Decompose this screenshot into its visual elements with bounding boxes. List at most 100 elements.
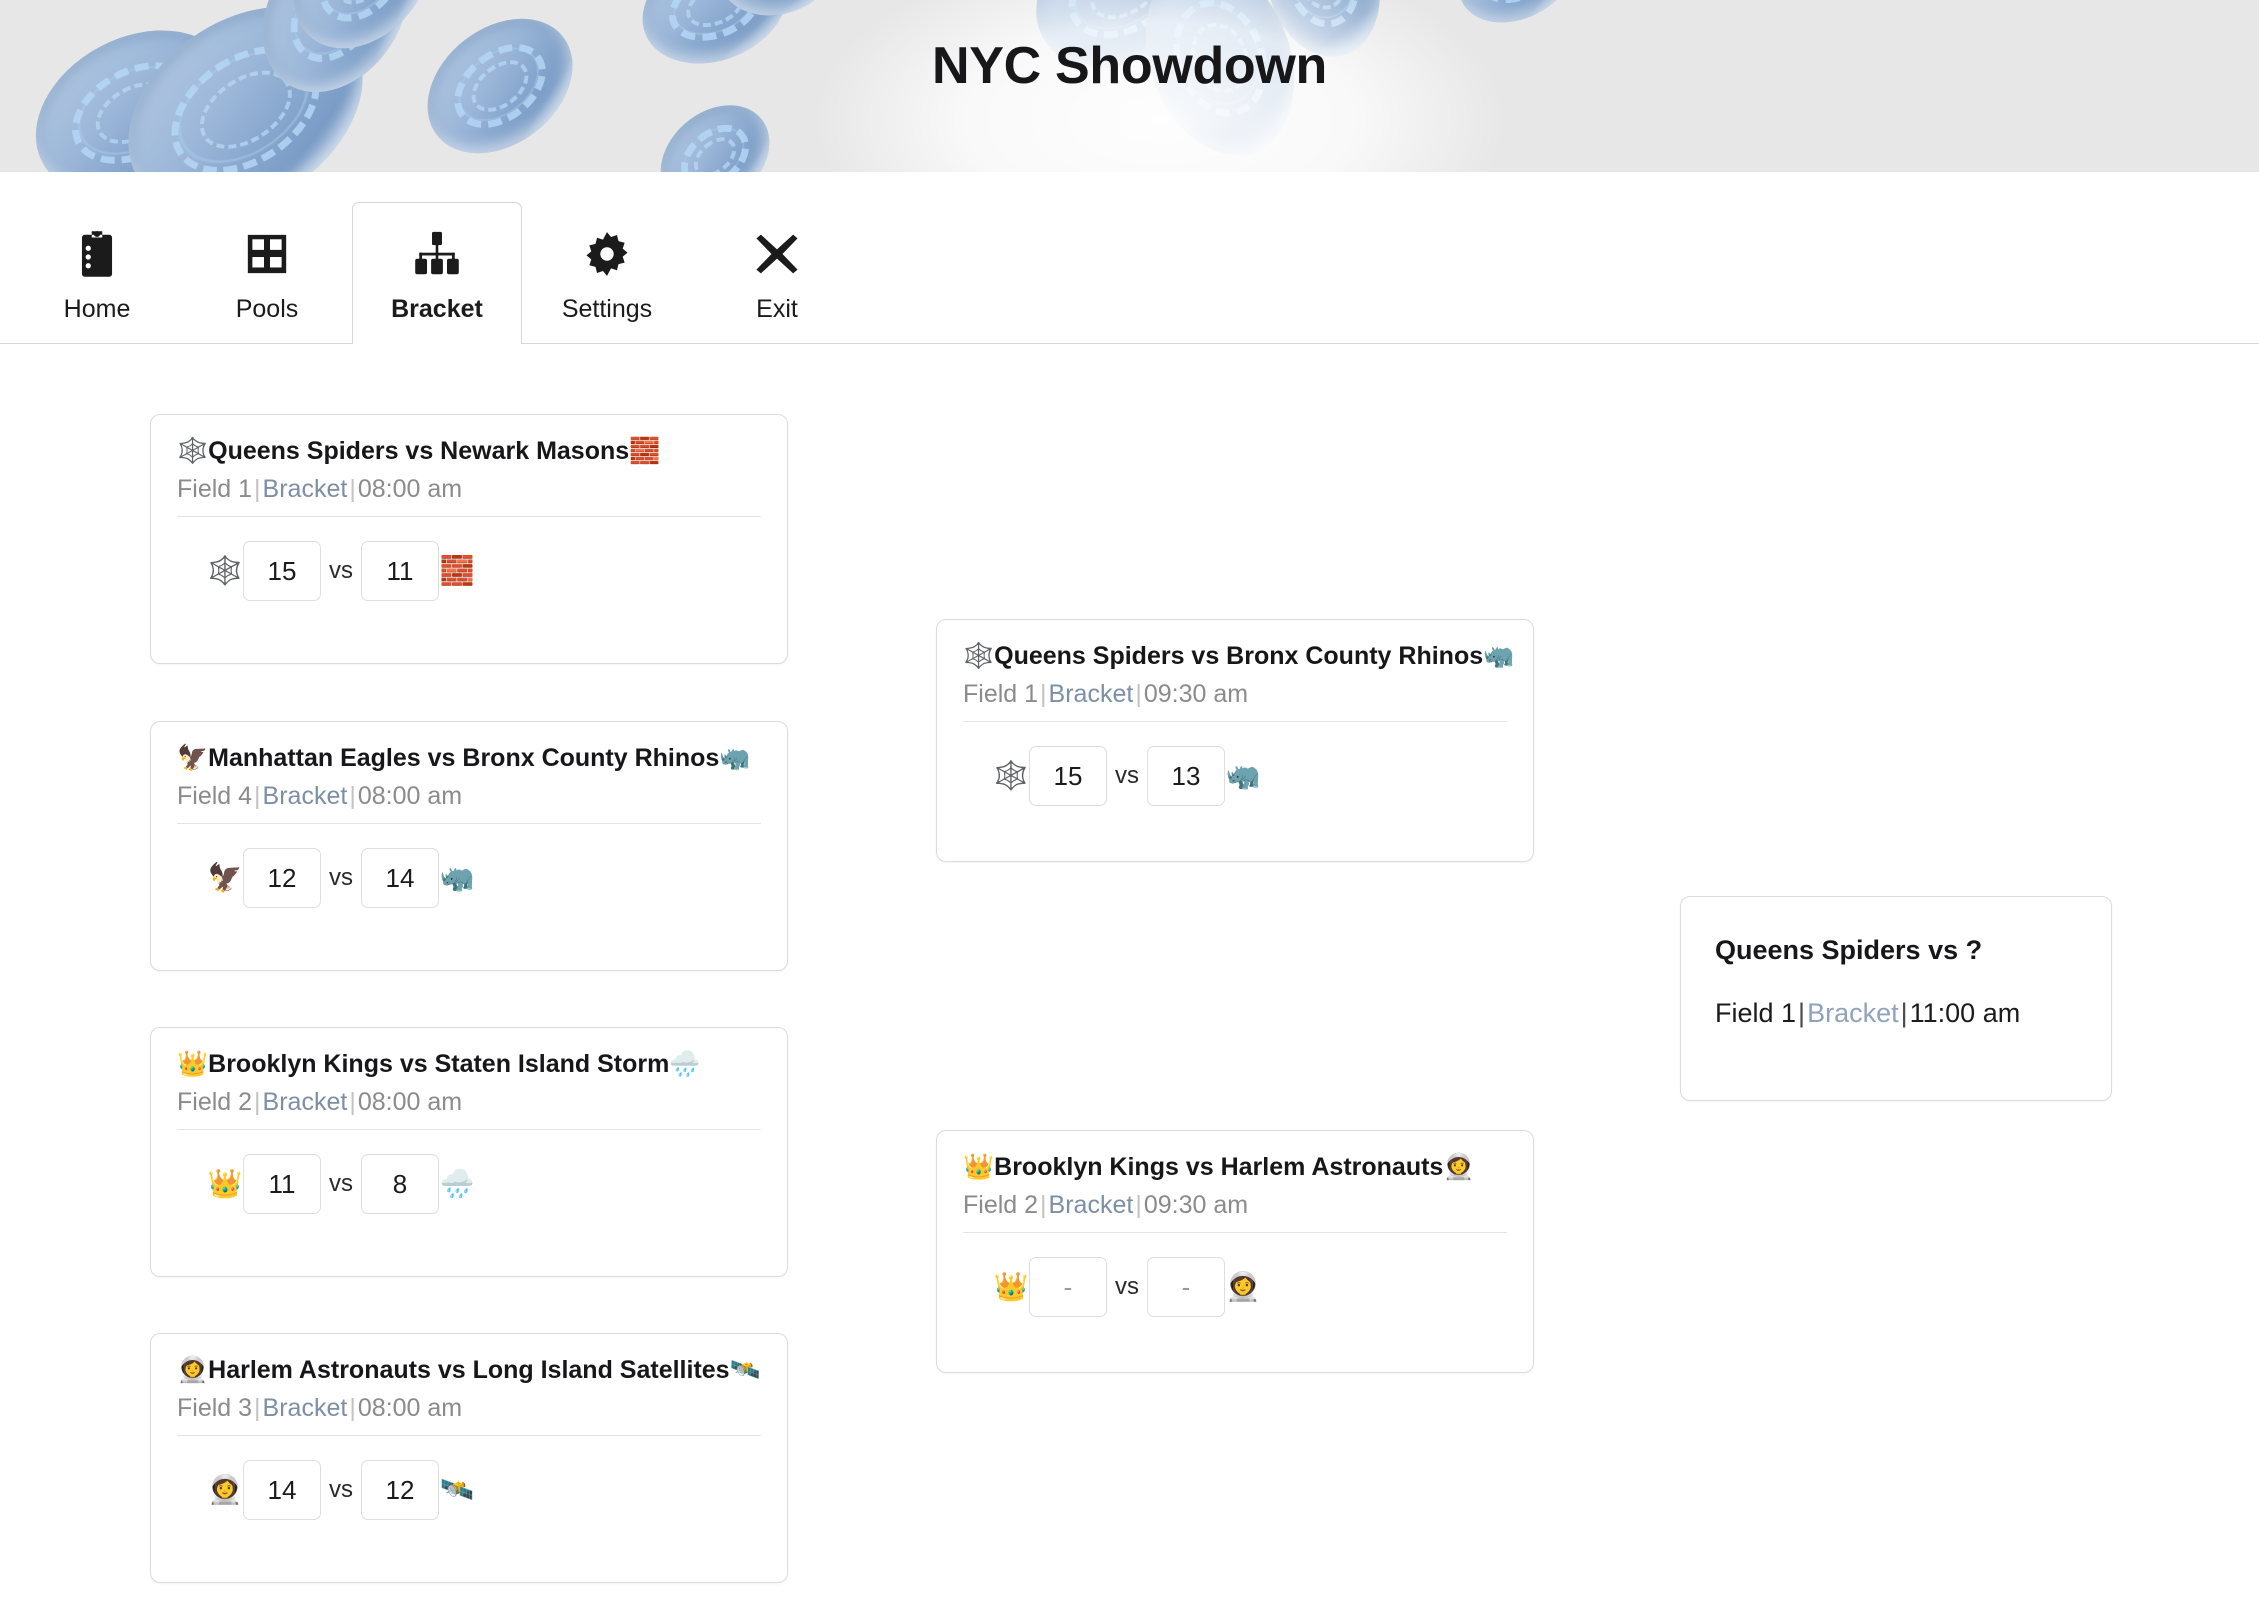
match-title: 🦅Manhattan Eagles vs Bronx County Rhinos… — [177, 744, 761, 773]
match-meta: Field 1|Bracket|09:30 am — [963, 680, 1507, 709]
match-title-text: Brooklyn Kings vs Staten Island Storm — [208, 1050, 670, 1078]
card-divider — [177, 1129, 761, 1130]
time-label: 08:00 am — [357, 1394, 463, 1422]
match-card[interactable]: 👩‍🚀 Harlem Astronauts vs Long Island Sate… — [150, 1333, 788, 1583]
score-input-team1[interactable]: 14 — [243, 1460, 321, 1520]
tab-settings[interactable]: Settings — [522, 202, 692, 343]
round-label[interactable]: Bracket — [263, 782, 348, 810]
team1-emoji: 👩‍🚀 — [207, 1474, 243, 1505]
team1-emoji: 🕸️ — [207, 555, 243, 586]
match-card[interactable]: 🕸️Queens Spiders vs Bronx County Rhinos🦏… — [936, 619, 1534, 862]
match-title: Queens Spiders vs ? — [1715, 935, 1983, 965]
score-input-team2[interactable]: 13 — [1147, 746, 1225, 806]
match-title: 🕸️Queens Spiders vs Newark Masons🧱 — [177, 437, 761, 466]
clipboard-list-icon — [76, 227, 118, 281]
field-label: Field 2 — [963, 1191, 1039, 1219]
match-meta: Field 2|Bracket|09:30 am — [963, 1191, 1507, 1220]
team2-emoji: 🦏 — [1225, 760, 1261, 791]
time-label: 09:30 am — [1143, 680, 1249, 708]
team1-emoji: 👑 — [993, 1271, 1029, 1302]
match-card[interactable]: 🦅Manhattan Eagles vs Bronx County Rhinos… — [150, 721, 788, 971]
team2-emoji: 👩‍🚀 — [1225, 1271, 1261, 1302]
match-card[interactable]: 👑Brooklyn Kings vs Harlem Astronauts👩‍🚀 … — [936, 1130, 1534, 1373]
team-emoji-left: 🦅 — [177, 744, 209, 772]
score-input-team1[interactable]: 15 — [1029, 746, 1107, 806]
field-label: Field 1 — [177, 475, 253, 503]
card-divider — [177, 516, 761, 517]
meta-separator: | — [1040, 1191, 1047, 1219]
field-label: Field 1 — [963, 680, 1039, 708]
score-input-team2[interactable]: - — [1147, 1257, 1225, 1317]
match-title-text: Queens Spiders vs Bronx County Rhinos — [994, 642, 1484, 670]
tab-pools[interactable]: Pools — [182, 202, 352, 343]
tab-label: Home — [63, 295, 131, 323]
vs-label: vs — [1115, 1273, 1139, 1300]
meta-separator: | — [349, 1394, 356, 1422]
match-meta: Field 2|Bracket|08:00 am — [177, 1088, 761, 1117]
score-input-team1[interactable]: 11 — [243, 1154, 321, 1214]
score-row: 🕸️ 15 vs 11 🧱 — [177, 541, 761, 601]
match-title: 👑Brooklyn Kings vs Harlem Astronauts👩‍🚀 — [963, 1153, 1507, 1182]
sitemap-icon — [413, 227, 461, 281]
round-label[interactable]: Bracket — [1807, 998, 1899, 1028]
vs-label: vs — [329, 557, 353, 584]
score-input-team1[interactable]: - — [1029, 1257, 1107, 1317]
score-row: 👑 11 vs 8 🌧️ — [177, 1154, 761, 1214]
card-divider — [963, 721, 1507, 722]
match-card[interactable]: 👑Brooklyn Kings vs Staten Island Storm🌧️… — [150, 1027, 788, 1277]
score-row: 🕸️ 15 vs 13 🦏 — [963, 746, 1507, 806]
team-emoji-right: 🌧️ — [669, 1050, 701, 1078]
round-label[interactable]: Bracket — [263, 475, 348, 503]
score-input-team1[interactable]: 15 — [243, 541, 321, 601]
tab-bracket[interactable]: Bracket — [352, 202, 522, 344]
main-navigation: Home Pools Bracket Settings Exit — [0, 172, 2259, 344]
team-emoji-left: 🕸️ — [177, 437, 209, 465]
score-input-team2[interactable]: 14 — [361, 848, 439, 908]
meta-separator: | — [254, 1394, 261, 1422]
match-title: 🕸️Queens Spiders vs Bronx County Rhinos🦏 — [963, 642, 1514, 671]
team1-emoji: 🕸️ — [993, 760, 1029, 791]
tab-label: Exit — [756, 295, 798, 323]
round-label[interactable]: Bracket — [1049, 1191, 1134, 1219]
round-label[interactable]: Bracket — [263, 1088, 348, 1116]
match-meta: Field 4|Bracket|08:00 am — [177, 782, 761, 811]
score-row: 👩‍🚀 14 vs 12 🛰️ — [177, 1460, 761, 1520]
vs-label: vs — [329, 1476, 353, 1503]
bracket-canvas: 🕸️Queens Spiders vs Newark Masons🧱 Field… — [0, 344, 2259, 1624]
score-input-team2[interactable]: 12 — [361, 1460, 439, 1520]
close-x-icon — [755, 227, 799, 281]
match-title-text: Harlem Astronauts vs Long Island Satelli… — [208, 1356, 730, 1384]
meta-separator: | — [349, 1088, 356, 1116]
score-row: 🦅 12 vs 14 🦏 — [177, 848, 761, 908]
tab-label: Settings — [561, 295, 653, 323]
score-input-team1[interactable]: 12 — [243, 848, 321, 908]
round-label[interactable]: Bracket — [263, 1394, 348, 1422]
time-label: 11:00 am — [1909, 998, 2021, 1029]
score-input-team2[interactable]: 8 — [361, 1154, 439, 1214]
meta-separator: | — [1135, 680, 1142, 708]
team2-emoji: 🛰️ — [439, 1474, 475, 1505]
team2-emoji: 🧱 — [439, 555, 475, 586]
meta-separator: | — [254, 1088, 261, 1116]
final-match-card[interactable]: Queens Spiders vs ? Field 1|Bracket|11:0… — [1680, 896, 2112, 1101]
match-title: 👑Brooklyn Kings vs Staten Island Storm🌧️ — [177, 1050, 761, 1079]
match-card[interactable]: 🕸️Queens Spiders vs Newark Masons🧱 Field… — [150, 414, 788, 664]
vs-label: vs — [329, 864, 353, 891]
field-label: Field 2 — [177, 1088, 253, 1116]
round-label[interactable]: Bracket — [1049, 680, 1134, 708]
meta-separator: | — [349, 475, 356, 503]
tab-label: Pools — [235, 295, 299, 323]
vs-label: vs — [1115, 762, 1139, 789]
tab-home[interactable]: Home — [12, 202, 182, 343]
team-emoji-left: 👑 — [963, 1153, 995, 1181]
tab-exit[interactable]: Exit — [692, 202, 862, 343]
field-label: Field 1 — [1715, 998, 1797, 1029]
card-divider — [177, 823, 761, 824]
match-title-text: Queens Spiders vs Newark Masons — [208, 437, 630, 465]
time-label: 08:00 am — [357, 475, 463, 503]
team1-emoji: 🦅 — [207, 862, 243, 893]
score-input-team2[interactable]: 11 — [361, 541, 439, 601]
page-title: NYC Showdown — [931, 37, 1328, 95]
team-emoji-right: 🧱 — [629, 437, 661, 465]
match-title-text: Brooklyn Kings vs Harlem Astronauts — [994, 1153, 1444, 1181]
